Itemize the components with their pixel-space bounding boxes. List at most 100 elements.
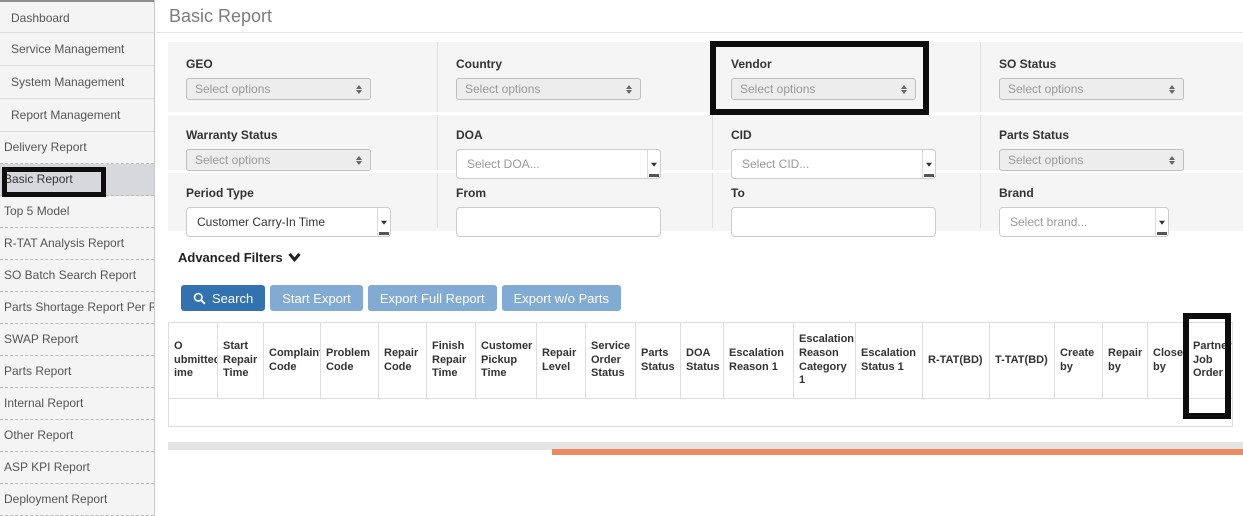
start-export-label: Start Export xyxy=(282,291,351,306)
parts-status-select[interactable]: Select options xyxy=(999,149,1184,171)
from-date-input[interactable] xyxy=(456,207,661,237)
export-full-report-label: Export Full Report xyxy=(380,291,485,306)
column-so-submitted-time: O ubmitted ime xyxy=(169,323,218,399)
updown-caret-icon xyxy=(626,85,632,94)
period-type-combobox[interactable]: Customer Carry-In Time xyxy=(186,207,391,237)
filter-brand: Brand Select brand... xyxy=(980,173,1243,228)
filter-warranty-status-label: Warranty Status xyxy=(186,128,437,142)
filter-from-label: From xyxy=(456,186,712,200)
export-full-report-button[interactable]: Export Full Report xyxy=(368,285,497,311)
warranty-status-select-value: Select options xyxy=(195,153,270,167)
sidebar-item-rtat-analysis-report[interactable]: R-TAT Analysis Report xyxy=(0,228,154,260)
filter-parts-status-label: Parts Status xyxy=(999,128,1243,142)
updown-caret-icon xyxy=(1169,156,1175,165)
column-escalation-reason-1: Escalation Reason 1 xyxy=(724,323,794,399)
sidebar-item-parts-shortage-report[interactable]: Parts Shortage Report Per Repa xyxy=(0,292,154,324)
filter-warranty-status: Warranty Status Select options xyxy=(168,115,437,170)
filter-doa-label: DOA xyxy=(456,128,712,142)
filter-doa: DOA Select DOA... xyxy=(437,115,712,170)
brand-combobox[interactable]: Select brand... xyxy=(999,207,1169,237)
dropdown-arrow-icon[interactable] xyxy=(922,150,935,178)
sidebar-item-system-management[interactable]: System Management xyxy=(0,66,154,99)
filter-country-label: Country xyxy=(456,57,712,71)
chevron-down-icon xyxy=(288,253,301,262)
so-status-select-value: Select options xyxy=(1008,82,1083,96)
sidebar-item-deployment-report[interactable]: Deployment Report xyxy=(0,484,154,516)
column-customer-pickup-time: Customer Pickup Time xyxy=(476,323,537,399)
updown-caret-icon xyxy=(1169,85,1175,94)
export-without-parts-label: Export w/o Parts xyxy=(514,291,609,306)
country-select-value: Select options xyxy=(465,82,540,96)
sidebar-item-dashboard[interactable]: Dashboard xyxy=(0,0,154,33)
sidebar-item-swap-report[interactable]: SWAP Report xyxy=(0,324,154,356)
export-without-parts-button[interactable]: Export w/o Parts xyxy=(502,285,621,311)
column-create-by: Create by xyxy=(1055,323,1103,399)
filter-period-type: Period Type Customer Carry-In Time xyxy=(168,173,437,228)
filter-country: Country Select options xyxy=(437,42,712,112)
filter-cid: CID Select CID... xyxy=(712,115,980,170)
column-finish-repair-time: Finish Repair Time xyxy=(427,323,476,399)
sidebar: Dashboard Service Management System Mana… xyxy=(0,0,155,516)
search-icon xyxy=(193,292,206,305)
filter-panel: GEO Select options Country Select option… xyxy=(168,42,1243,231)
filter-from: From xyxy=(437,173,712,228)
column-escalation-status-1: Escalation Status 1 xyxy=(856,323,923,399)
sidebar-item-top-5-model[interactable]: Top 5 Model xyxy=(0,196,154,228)
page-title: Basic Report xyxy=(169,6,272,27)
column-doa-status: DOA Status xyxy=(681,323,724,399)
filter-vendor: Vendor Select options xyxy=(712,42,980,112)
country-select[interactable]: Select options xyxy=(456,78,641,100)
filter-period-type-label: Period Type xyxy=(186,186,437,200)
sidebar-item-internal-report[interactable]: Internal Report xyxy=(0,388,154,420)
parts-status-select-value: Select options xyxy=(1008,153,1083,167)
column-service-order-status: Service Order Status xyxy=(586,323,636,399)
to-date-input[interactable] xyxy=(731,207,936,237)
horizontal-scrollbar-handle[interactable] xyxy=(552,449,1243,455)
filter-so-status-label: SO Status xyxy=(999,57,1243,71)
toolbar: Search Start Export Export Full Report E… xyxy=(181,285,621,311)
sidebar-item-delivery-report[interactable]: Delivery Report xyxy=(0,132,154,164)
search-button-label: Search xyxy=(212,291,253,306)
column-repair-code: Repair Code xyxy=(379,323,427,399)
column-t-tat-bd: T-TAT(BD) xyxy=(990,323,1055,399)
title-divider xyxy=(156,32,1243,33)
column-start-repair-time: Start Repair Time xyxy=(218,323,264,399)
updown-caret-icon xyxy=(901,85,907,94)
dropdown-arrow-icon[interactable] xyxy=(647,150,660,178)
sidebar-item-so-batch-search-report[interactable]: SO Batch Search Report xyxy=(0,260,154,292)
geo-select[interactable]: Select options xyxy=(186,78,371,100)
column-escalation-reason-category-1: Escalation Reason Category 1 xyxy=(794,323,856,399)
dropdown-arrow-icon[interactable] xyxy=(1155,208,1168,236)
column-repair-level: Repair Level xyxy=(537,323,586,399)
column-partner-job-order: Partner Job Order xyxy=(1188,323,1233,399)
advanced-filters-label: Advanced Filters xyxy=(178,250,283,265)
sidebar-item-other-report[interactable]: Other Report xyxy=(0,420,154,452)
brand-combobox-value: Select brand... xyxy=(1000,208,1155,236)
filter-vendor-label: Vendor xyxy=(731,57,980,71)
filter-geo-label: GEO xyxy=(186,57,437,71)
column-close-by: Close by xyxy=(1148,323,1188,399)
sidebar-item-asp-kpi-report[interactable]: ASP KPI Report xyxy=(0,452,154,484)
start-export-button[interactable]: Start Export xyxy=(270,285,363,311)
main-content: Basic Report GEO Select options Country … xyxy=(156,0,1243,516)
filter-to-label: To xyxy=(731,186,980,200)
filter-to: To xyxy=(712,173,980,228)
advanced-filters-toggle[interactable]: Advanced Filters xyxy=(178,250,301,265)
filter-cid-label: CID xyxy=(731,128,980,142)
column-r-tat-bd: R-TAT(BD) xyxy=(923,323,990,399)
search-button[interactable]: Search xyxy=(181,285,265,311)
report-table: O ubmitted ime Start Repair Time Complai… xyxy=(168,322,1233,427)
warranty-status-select[interactable]: Select options xyxy=(186,149,371,171)
so-status-select[interactable]: Select options xyxy=(999,78,1184,100)
sidebar-item-basic-report[interactable]: Basic Report xyxy=(0,164,154,196)
sidebar-item-service-management[interactable]: Service Management xyxy=(0,33,154,66)
vendor-select[interactable]: Select options xyxy=(731,78,916,100)
updown-caret-icon xyxy=(356,85,362,94)
period-type-combobox-value: Customer Carry-In Time xyxy=(187,208,377,236)
dropdown-arrow-icon[interactable] xyxy=(377,208,390,236)
column-repair-by: Repair by xyxy=(1103,323,1148,399)
sidebar-item-report-management[interactable]: Report Management xyxy=(0,99,154,132)
sidebar-item-parts-report[interactable]: Parts Report xyxy=(0,356,154,388)
filter-geo: GEO Select options xyxy=(168,42,437,112)
filter-brand-label: Brand xyxy=(999,186,1243,200)
